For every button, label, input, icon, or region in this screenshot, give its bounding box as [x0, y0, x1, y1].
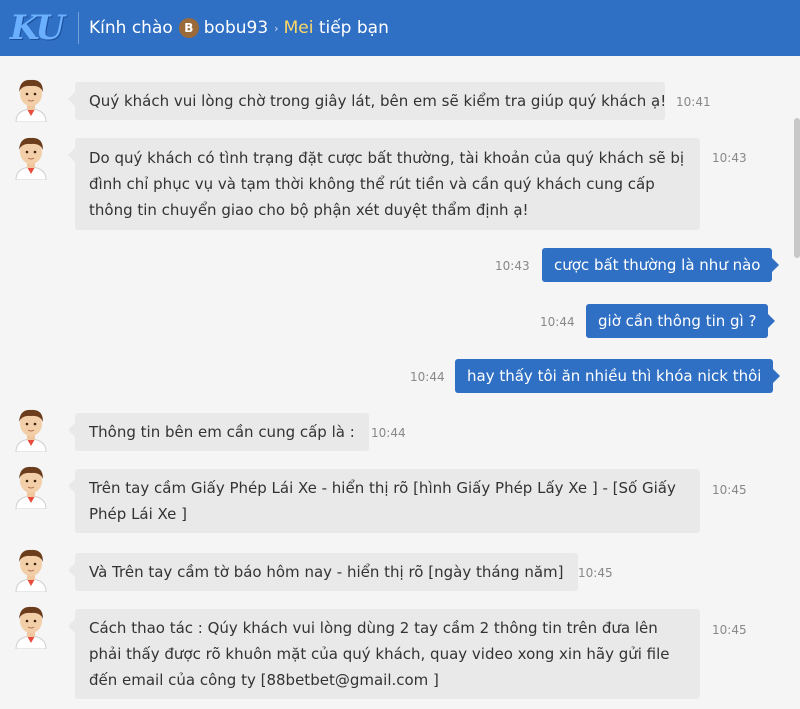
chat-header: KU Kính chào B bobu93 › Mei tiếp bạn: [0, 0, 800, 56]
message-time: 10:44: [410, 370, 445, 384]
user-message: giờ cần thông tin gì ?: [586, 304, 776, 338]
agent-avatar-icon: [12, 406, 50, 452]
agent-message: Do quý khách có tình trạng đặt cược bất …: [68, 138, 700, 230]
separator-icon: ›: [274, 21, 279, 35]
agent-message: Trên tay cầm Giấy Phép Lái Xe - hiển thị…: [68, 469, 700, 533]
agent-message: Cách thao tác : Qúy khách vui lòng dùng …: [68, 609, 700, 699]
agent-intro-text: tiếp bạn: [318, 18, 389, 38]
greeting-text: Kính chào: [89, 18, 173, 38]
message-time: 10:44: [540, 315, 575, 329]
brand-logo[interactable]: KU: [10, 8, 68, 48]
agent-name: Mei: [283, 18, 314, 38]
chat-message-list[interactable]: Quý khách vui lòng chờ trong giây lát, b…: [0, 56, 800, 709]
user-message: hay thấy tôi ăn nhiều thì khóa nick thôi: [455, 359, 781, 393]
header-divider: [78, 12, 79, 44]
user-level-badge: B: [178, 18, 199, 38]
scrollbar-thumb[interactable]: [794, 118, 800, 258]
username[interactable]: bobu93: [204, 18, 268, 38]
message-time: 10:45: [712, 483, 747, 497]
agent-intro: Mei tiếp bạn: [284, 18, 389, 38]
user-message: cược bất thường là như nào: [542, 248, 780, 282]
agent-avatar-icon: [12, 546, 50, 592]
message-time: 10:45: [578, 566, 613, 580]
message-time: 10:44: [371, 426, 406, 440]
agent-message: Và Trên tay cầm tờ báo hôm nay - hiển th…: [68, 553, 578, 591]
message-time: 10:41: [676, 95, 711, 109]
message-time: 10:45: [712, 623, 747, 637]
agent-avatar-icon: [12, 463, 50, 509]
agent-avatar-icon: [12, 76, 50, 122]
agent-avatar-icon: [12, 134, 50, 180]
agent-message: Thông tin bên em cần cung cấp là :: [68, 413, 369, 451]
message-time: 10:43: [712, 151, 747, 165]
agent-message: Quý khách vui lòng chờ trong giây lát, b…: [68, 82, 666, 120]
message-time: 10:43: [495, 259, 530, 273]
agent-avatar-icon: [12, 603, 50, 649]
